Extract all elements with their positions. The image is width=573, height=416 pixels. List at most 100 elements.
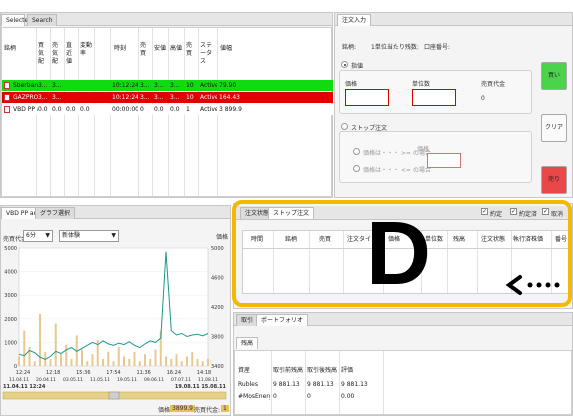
clear-button[interactable]: クリア [541,114,567,142]
instruments-tabbar: Selected tab Search [1,13,332,26]
chevron-down-icon: ▼ [111,232,116,239]
range-start-label: 11.04.11 12:24 [3,384,46,390]
x-tick-label: 11:36 [136,370,150,376]
interval-select[interactable]: 6分 ▼ [23,230,53,242]
tab-search[interactable]: Search [27,14,57,26]
right-axis-tick: 5000 [211,246,224,252]
instrument-cell-low: 3... [154,82,164,89]
volume-bar [23,330,26,366]
date-tick-label: 19.05.11 [117,377,137,383]
volume-bar [186,356,188,366]
portfolio-col-after[interactable]: 取引後残高 [307,367,337,375]
symbol-label: 銘柄: [342,44,357,51]
document-icon [4,94,10,101]
instrument-cell-sell: 3... [52,94,62,101]
instrument-cell-last [66,80,78,91]
stop-radio[interactable] [341,123,348,130]
volume-bar [180,361,183,366]
instrument-cell-v1: 3... [140,82,150,89]
volume-bar [39,314,41,366]
instrument-cell-range: 3 899.9 [219,106,242,113]
cond-below-radio[interactable] [353,165,360,172]
order-entry-tabbar: 注文入力 [335,13,572,26]
volume-bar [149,358,152,366]
col-header-change[interactable]: 変動率 [80,42,92,58]
date-tick-label: 11.05.11 [90,377,110,383]
volume-bar [175,354,178,366]
instrument-cell-chg [80,92,94,103]
instrument-row[interactable]: Sberbank3...3...10:12:243...3...3...10Ac… [2,80,333,91]
tab-chart-select[interactable]: グラフ選択 [35,207,76,219]
tab-order-entry[interactable]: 注文入力 [337,14,372,26]
tab-trades[interactable]: 取引 [236,314,259,326]
cond-above-radio[interactable] [353,148,360,155]
instrument-cell-time: 00:00:00 [112,106,138,113]
tab-balance[interactable]: 残高 [236,337,259,349]
right-axis-tick: 4600 [211,276,224,282]
trigger-price-input[interactable] [427,153,461,168]
instrument-row[interactable]: GAZPROM ao3...3...10:12:243...3...3...10… [2,92,333,103]
volume-bar [49,358,52,366]
volume-bar [170,358,173,366]
volume-bar [28,347,31,366]
col-header-name[interactable]: 銘柄 [4,45,16,53]
tab-portfolio[interactable]: ポートフォリオ [256,314,309,326]
quantity-input[interactable] [412,89,456,106]
volume-bar [102,358,104,366]
volume-bar [33,361,36,366]
left-axis-tick: 4000 [4,270,17,276]
sell-button[interactable]: 売り [541,166,567,194]
chevron-down-icon: ▼ [45,232,50,239]
portfolio-row[interactable]: Rubles 9 881.13 9 881.13 9 881.13 [235,379,573,390]
date-tick-label: 11.04.11 [9,377,29,383]
total-value: 0 [481,95,485,102]
price-input[interactable] [345,89,389,106]
price-chart[interactable]: 5000400030002000100005000460042003800340… [1,244,230,402]
chart-panel: VBD PP ao グラフ選択 売買代金 6分 ▼ 新体験 ▼ 価格 5000 400… [0,205,231,416]
limit-label: 指値 [351,63,364,70]
price-axis-label: 価格 [216,234,229,241]
instrument-row[interactable]: VBD PP ao0.00.00.00.000:00:0000.00.01Act… [2,104,333,115]
date-tick-label: 20.04.11 [36,377,56,383]
portfolio-cell: 9 881.13 [341,381,368,388]
col-header-high[interactable]: 高値 [170,45,182,53]
instrument-cell-high: 0.0 [170,106,180,113]
col-header-buy[interactable]: 買気配 [38,42,49,66]
volume-bar [60,354,62,366]
date-tick-label: 03.05.11 [63,377,83,383]
instrument-cell-high: 3... [170,82,180,89]
tab-selected[interactable]: Selected tab [1,14,44,26]
buy-button[interactable]: 買い [541,62,567,90]
instrument-cell-v2: 10 [186,82,194,89]
limit-radio[interactable] [341,61,348,68]
instrument-cell-v2: 1 [186,106,190,113]
portfolio-row[interactable]: #MosEnerg...000.00 [235,391,573,402]
left-axis-tick: 5000 [4,246,17,252]
col-header-range[interactable]: 値幅 [220,45,232,53]
portfolio-col-asset[interactable]: 資産 [238,367,250,375]
portfolio-col-value[interactable]: 評価 [341,367,353,375]
col-header-low[interactable]: 安値 [154,45,166,53]
portfolio-cell: 0 [307,393,311,400]
portfolio-rows: Rubles9 881.139 881.139 881.13#MosEnerg.… [235,379,573,415]
portfolio-grid: 資産 取引前残高 取引後残高 評価 Rubles 9 881.13 9 881.13… [234,350,572,415]
instrument-cell-chg [80,80,94,91]
footer-volume-value: 1 [221,405,229,412]
col-header-trade1[interactable]: 売買 [140,42,151,58]
col-header-trade2[interactable]: 売買 [186,42,197,58]
x-tick-label: 15:36 [76,370,90,376]
col-header-time[interactable]: 時刻 [114,45,126,53]
cond-below-label: 価格は・・・ <= の場合 [363,167,431,174]
trigger-label: 価格 [417,146,430,153]
portfolio-col-before[interactable]: 取引前残高 [273,367,303,375]
instrument-cell-name: VBD PP ao [13,106,38,113]
col-header-sell[interactable]: 売気配 [52,42,63,66]
col-header-last[interactable]: 直近値 [66,42,77,66]
plot-area [18,247,209,367]
instrument-cell-low: 3... [154,94,164,101]
chart-style-select[interactable]: 新体験 ▼ [59,230,119,242]
col-header-status[interactable]: ステータス [200,42,216,66]
right-axis-tick: 3400 [211,364,224,370]
right-axis-tick: 3800 [211,335,224,341]
volume-bar [154,349,157,366]
